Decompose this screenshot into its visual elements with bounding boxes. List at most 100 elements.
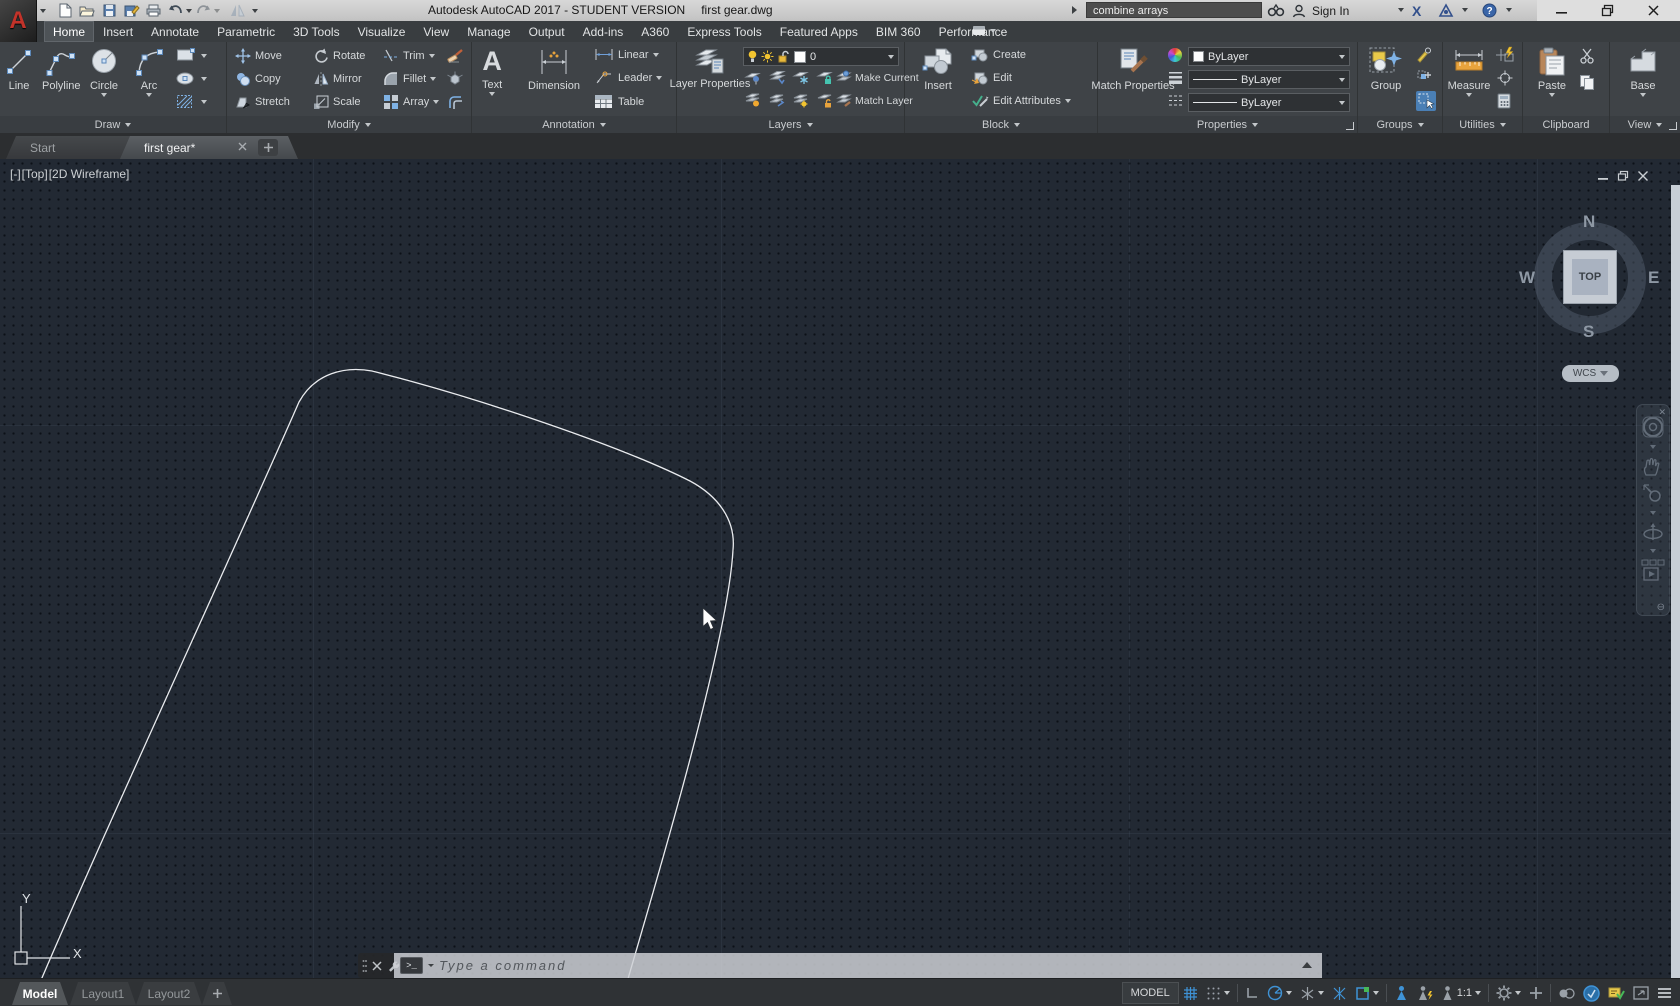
layer-lock-button[interactable] [816, 70, 834, 85]
match-layer-button[interactable]: Match Layer [836, 93, 913, 108]
panel-label-annotation[interactable]: Annotation [472, 116, 676, 133]
save-as-button[interactable] [120, 2, 142, 19]
orbit-icon[interactable] [1641, 521, 1665, 543]
rotate-button[interactable]: Rotate [313, 48, 365, 64]
navwheel-dropdown-arrow-icon[interactable] [1650, 445, 1656, 449]
annotation-autoscale-toggle[interactable] [1413, 982, 1437, 1004]
tab-featured-apps[interactable]: Featured Apps [771, 21, 867, 42]
layer-on-button[interactable] [745, 93, 762, 108]
dimension-button[interactable]: Dimension [528, 42, 580, 92]
lineweight-dropdown[interactable]: ByLayer [1188, 70, 1350, 89]
measure-dropdown-arrow-icon[interactable] [1466, 93, 1472, 97]
polyline-button[interactable]: Polyline [42, 42, 81, 92]
annotation-monitor-button[interactable] [1525, 982, 1547, 1004]
viewcube-south[interactable]: S [1583, 322, 1594, 342]
infocenter-collapse-icon[interactable] [1072, 6, 1077, 14]
layer-dropdown-arrow-icon[interactable] [888, 54, 894, 59]
panel-label-clipboard[interactable]: Clipboard [1523, 116, 1609, 133]
a360-icon[interactable] [1438, 2, 1454, 19]
explode-button[interactable] [447, 71, 464, 87]
base-button[interactable]: Base [1620, 42, 1666, 97]
arc-button[interactable]: Arc [134, 42, 164, 97]
tab-output[interactable]: Output [520, 21, 574, 42]
tab-view[interactable]: View [414, 21, 458, 42]
base-dropdown-arrow-icon[interactable] [1640, 93, 1646, 97]
minimize-button[interactable] [1546, 0, 1576, 20]
annotation-scale-control[interactable]: 1:1 [1437, 982, 1485, 1004]
erase-button[interactable] [447, 48, 464, 64]
panel-label-groups[interactable]: Groups [1358, 116, 1442, 133]
id-point-button[interactable] [1497, 70, 1513, 86]
command-line-grip[interactable] [358, 953, 400, 978]
file-tab-close-icon[interactable] [238, 142, 247, 151]
array-dropdown-arrow-icon[interactable] [433, 100, 440, 104]
isometric-drafting-toggle[interactable] [1296, 982, 1328, 1004]
copy-button[interactable]: Copy [235, 71, 281, 87]
edit-block-button[interactable]: Edit [971, 71, 1012, 85]
viewport-minimize-control[interactable]: [-] [10, 167, 21, 181]
drawing-close-icon[interactable] [1638, 171, 1648, 181]
grid-display-toggle[interactable] [1179, 982, 1202, 1004]
command-close-icon[interactable] [372, 960, 382, 971]
offset-button[interactable] [447, 94, 464, 110]
viewport-view-control[interactable]: [Top] [22, 167, 48, 181]
restore-button[interactable] [1592, 0, 1622, 20]
insert-block-button[interactable]: Insert [913, 42, 963, 92]
ribbon-display-toggle[interactable] [972, 25, 996, 36]
object-snap-tracking-toggle[interactable] [1328, 982, 1351, 1004]
tab-visualize[interactable]: Visualize [349, 21, 415, 42]
layer-select-dropdown[interactable]: 0 [743, 47, 899, 66]
zoom-dropdown-arrow-icon[interactable] [1650, 511, 1656, 515]
panel-label-layers[interactable]: Layers [677, 116, 904, 133]
app-menu-arrow-icon[interactable] [40, 8, 46, 13]
snap-mode-toggle[interactable] [1202, 982, 1234, 1004]
search-input[interactable]: combine arrays [1086, 2, 1262, 18]
object-color-icon[interactable] [1168, 48, 1182, 62]
undo-button[interactable] [164, 2, 186, 19]
graphics-performance-button[interactable] [1579, 982, 1604, 1004]
table-button[interactable]: Table [594, 94, 644, 109]
paste-button[interactable]: Paste [1529, 42, 1575, 97]
lineweight-icon-button[interactable] [1168, 71, 1183, 84]
fillet-dropdown-arrow-icon[interactable] [430, 77, 437, 81]
layout-tab-layout1[interactable]: Layout1 [70, 982, 136, 1005]
linetype-icon-button[interactable] [1168, 94, 1183, 107]
hatch-button[interactable] [176, 94, 207, 110]
create-block-button[interactable]: Create [971, 48, 1026, 62]
leader-button[interactable]: Leader [594, 71, 663, 84]
ellipse-button[interactable] [176, 71, 207, 86]
trim-button[interactable]: Trim [383, 48, 435, 64]
drawing-canvas[interactable]: X Y [-] [Top] [2D Wireframe] N W E S TOP… [0, 159, 1680, 978]
text-button[interactable]: A Text [482, 42, 502, 96]
viewcube-face-top[interactable]: TOP [1563, 250, 1617, 304]
edit-attributes-button[interactable]: Edit Attributes [971, 94, 1071, 108]
workspace-switching-button[interactable] [1492, 982, 1525, 1004]
zoom-icon[interactable] [1642, 483, 1664, 505]
arc-dropdown-arrow-icon[interactable] [146, 93, 152, 97]
layer-unlock-button[interactable] [817, 93, 834, 108]
group-edit-button[interactable] [1416, 69, 1432, 84]
measure-button[interactable]: Measure [1445, 42, 1493, 97]
new-layout-button[interactable] [202, 982, 232, 1005]
match-properties-button[interactable]: Match Properties [1091, 42, 1175, 92]
a360-dropdown-arrow-icon[interactable] [1462, 8, 1468, 12]
cut-button[interactable] [1579, 48, 1595, 64]
ortho-mode-toggle[interactable] [1241, 982, 1263, 1004]
rectangle-dropdown-arrow-icon[interactable] [201, 53, 207, 58]
panel-label-block[interactable]: Block [905, 116, 1097, 133]
linetype-dropdown[interactable]: ByLayer [1188, 93, 1350, 112]
rectangle-button[interactable] [176, 48, 207, 63]
text-dropdown-arrow-icon[interactable] [489, 92, 496, 96]
layer-freeze-button[interactable] [792, 70, 810, 85]
stretch-button[interactable]: Stretch [235, 94, 290, 110]
pan-hand-icon[interactable] [1642, 455, 1664, 477]
sign-in-dropdown-arrow-icon[interactable] [1398, 8, 1404, 12]
qat-customize-arrow-icon[interactable] [252, 8, 258, 13]
copy-clip-button[interactable] [1579, 74, 1595, 91]
tab-parametric[interactable]: Parametric [208, 21, 284, 42]
drawing-restore-icon[interactable] [1617, 170, 1629, 181]
quick-select-button[interactable] [1496, 46, 1515, 63]
layer-properties-button[interactable]: Layer Properties [670, 42, 750, 90]
navbar-close-icon[interactable]: ✕ [1658, 407, 1666, 418]
redo-dropdown-arrow-icon[interactable] [214, 8, 220, 13]
